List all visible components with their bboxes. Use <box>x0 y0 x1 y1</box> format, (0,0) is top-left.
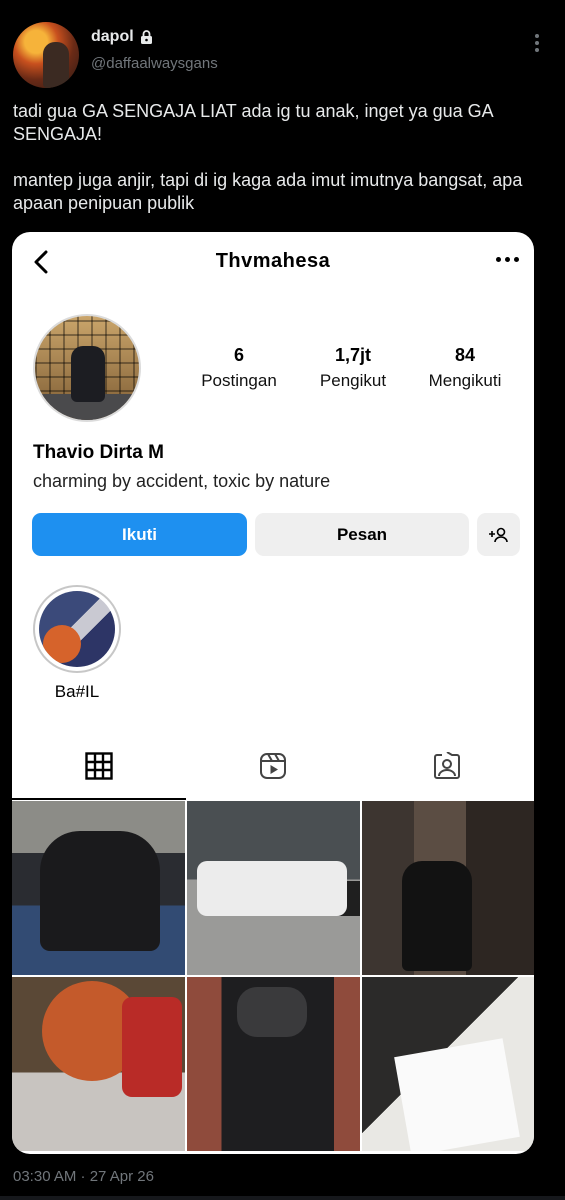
tweet-line: mantep juga anjir, tapi di ig kaga ada i… <box>13 170 523 213</box>
user-avatar[interactable] <box>13 22 79 88</box>
tweet-line: tadi gua GA SENGAJA LIAT ada ig tu anak,… <box>13 101 493 144</box>
profile-username: Thvmahesa <box>215 250 331 272</box>
suggest-people-button[interactable] <box>477 513 520 556</box>
tab-tagged[interactable] <box>360 742 534 790</box>
follow-button[interactable]: Ikuti <box>32 513 247 556</box>
message-button[interactable]: Pesan <box>255 513 469 556</box>
post-thumbnail[interactable] <box>12 801 185 975</box>
user-handle[interactable]: @daffaalwaysgans <box>91 55 218 72</box>
tab-posts-grid[interactable] <box>12 742 186 790</box>
highlight-label: Ba#IL <box>54 682 100 701</box>
profile-bio: charming by accident, toxic by nature <box>33 471 331 491</box>
divider <box>0 1196 565 1200</box>
following-count[interactable]: 84 Mengikuti <box>415 344 515 392</box>
more-options-icon[interactable] <box>496 257 522 265</box>
tab-reels[interactable] <box>186 742 360 790</box>
tweet-text: tadi gua GA SENGAJA LIAT ada ig tu anak,… <box>13 100 543 215</box>
post-thumbnail[interactable] <box>362 801 534 975</box>
more-options-icon[interactable] <box>530 34 544 56</box>
active-tab-indicator <box>12 798 186 800</box>
profile-picture[interactable] <box>33 314 141 422</box>
lock-icon <box>140 30 153 44</box>
post-thumbnail[interactable] <box>187 977 360 1151</box>
posts-count[interactable]: 6 Postingan <box>189 344 289 392</box>
tagged-icon <box>434 752 460 779</box>
display-name[interactable]: dapol <box>91 28 134 46</box>
posts-grid <box>12 801 534 1154</box>
grid-icon <box>85 752 113 780</box>
tweet-timestamp[interactable]: 03:30 AM · 27 Apr 26 <box>13 1168 154 1185</box>
reels-icon <box>260 753 286 779</box>
post-thumbnail[interactable] <box>12 977 185 1151</box>
post-thumbnail[interactable] <box>362 977 534 1151</box>
add-user-icon <box>488 527 508 542</box>
story-highlight[interactable] <box>33 585 121 673</box>
followers-count[interactable]: 1,7jt Pengikut <box>303 344 403 392</box>
post-thumbnail[interactable] <box>187 801 360 975</box>
attached-image[interactable]: Thvmahesa 6 Postingan 1,7jt Pengikut 84 … <box>12 232 534 1154</box>
profile-full-name: Thavio Dirta M <box>33 442 164 463</box>
